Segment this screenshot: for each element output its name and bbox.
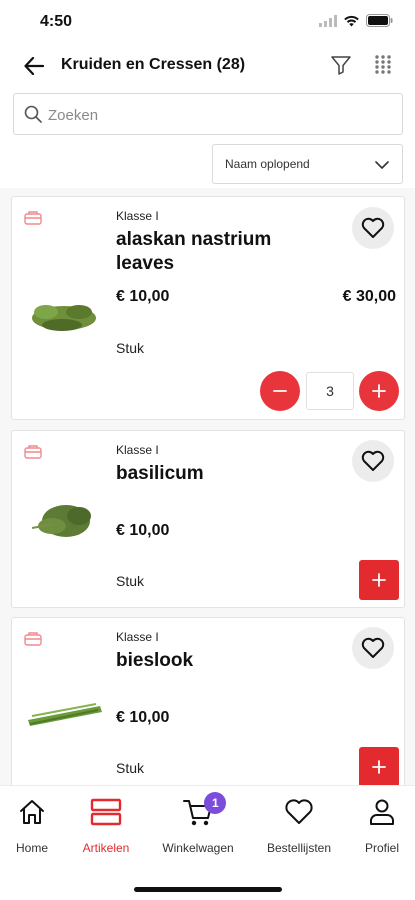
decrease-quantity-button[interactable]	[260, 371, 300, 411]
tab-label: Winkelwagen	[162, 841, 234, 855]
favorite-button[interactable]	[352, 440, 394, 482]
tab-articles[interactable]: Artikelen	[61, 786, 151, 856]
heart-icon	[361, 450, 385, 471]
product-unit: Stuk	[116, 340, 145, 356]
product-unit: Stuk	[116, 760, 145, 776]
tab-label: Profiel	[364, 841, 399, 855]
battery-icon	[366, 14, 393, 27]
add-to-cart-button[interactable]	[359, 560, 399, 600]
product-class: Klasse I	[116, 443, 159, 457]
crate-icon	[24, 632, 42, 646]
product-card[interactable]: Klasse I alaskan nastrium leaves € 10,00…	[11, 196, 405, 420]
plus-icon	[372, 573, 386, 587]
product-price: € 10,00	[116, 288, 170, 305]
tab-profile[interactable]: Profiel	[337, 786, 415, 856]
signal-icon	[319, 14, 337, 27]
product-name[interactable]: basilicum	[116, 462, 316, 486]
chevron-down-icon	[375, 161, 389, 169]
app-header: Kruiden en Cressen (28)	[0, 44, 415, 88]
quantity-field[interactable]: 3	[306, 372, 354, 410]
status-time: 4:50	[40, 13, 73, 30]
heart-icon	[285, 799, 313, 824]
search-icon	[24, 105, 42, 123]
product-class: Klasse I	[116, 630, 159, 644]
search-box[interactable]	[13, 93, 403, 135]
product-image	[32, 305, 96, 331]
product-list[interactable]: Klasse I alaskan nastrium leaves € 10,00…	[0, 188, 415, 785]
articles-icon	[90, 798, 122, 826]
back-button[interactable]	[20, 53, 48, 79]
sort-dropdown[interactable]: Naam oplopend	[212, 144, 403, 184]
status-icons	[319, 14, 393, 27]
product-name[interactable]: bieslook	[116, 649, 316, 673]
product-class: Klasse I	[116, 209, 159, 223]
arrow-left-icon	[24, 57, 44, 75]
crate-icon	[24, 445, 42, 459]
product-image	[28, 703, 102, 726]
favorite-button[interactable]	[352, 627, 394, 669]
page-title: Kruiden en Cressen (28)	[61, 56, 246, 73]
heart-icon	[361, 637, 385, 658]
minus-icon	[273, 390, 287, 392]
search-sort-area: Naam oplopend	[0, 88, 415, 188]
product-name[interactable]: alaskan nastrium leaves	[116, 228, 316, 276]
increase-quantity-button[interactable]	[359, 371, 399, 411]
product-card[interactable]: Klasse I basilicum € 10,00 Stuk	[11, 430, 405, 608]
plus-icon	[372, 384, 386, 398]
plus-icon	[372, 760, 386, 774]
product-price: € 10,00	[116, 522, 170, 539]
grid-view-button[interactable]	[373, 54, 397, 78]
tab-label: Artikelen	[82, 841, 130, 855]
grid-icon	[375, 55, 391, 74]
filter-icon	[331, 56, 351, 75]
add-to-cart-button[interactable]	[359, 747, 399, 785]
filter-button[interactable]	[330, 54, 354, 78]
profile-icon	[370, 799, 394, 825]
heart-icon	[361, 217, 385, 238]
home-icon	[20, 800, 44, 824]
product-unit: Stuk	[116, 573, 145, 589]
product-card[interactable]: Klasse I bieslook € 10,00 Stuk	[11, 617, 405, 785]
wifi-icon	[344, 15, 359, 26]
product-total-price: € 30,00	[342, 288, 396, 305]
tab-order-lists[interactable]: Bestellijsten	[254, 786, 344, 856]
product-image	[31, 505, 91, 537]
sort-selected-value: Naam oplopend	[225, 157, 310, 171]
product-price: € 10,00	[116, 709, 170, 726]
favorite-button[interactable]	[352, 207, 394, 249]
tab-label: Bestellijsten	[266, 841, 332, 855]
tab-cart[interactable]: 1 Winkelwagen	[153, 786, 243, 856]
status-bar: 4:50	[0, 0, 415, 44]
home-indicator	[134, 887, 282, 892]
cart-badge: 1	[204, 792, 227, 814]
bottom-tab-bar: Home Artikelen 1 Winkelwagen Bestellijst…	[0, 785, 415, 900]
search-input[interactable]	[48, 103, 388, 127]
crate-icon	[24, 211, 42, 225]
